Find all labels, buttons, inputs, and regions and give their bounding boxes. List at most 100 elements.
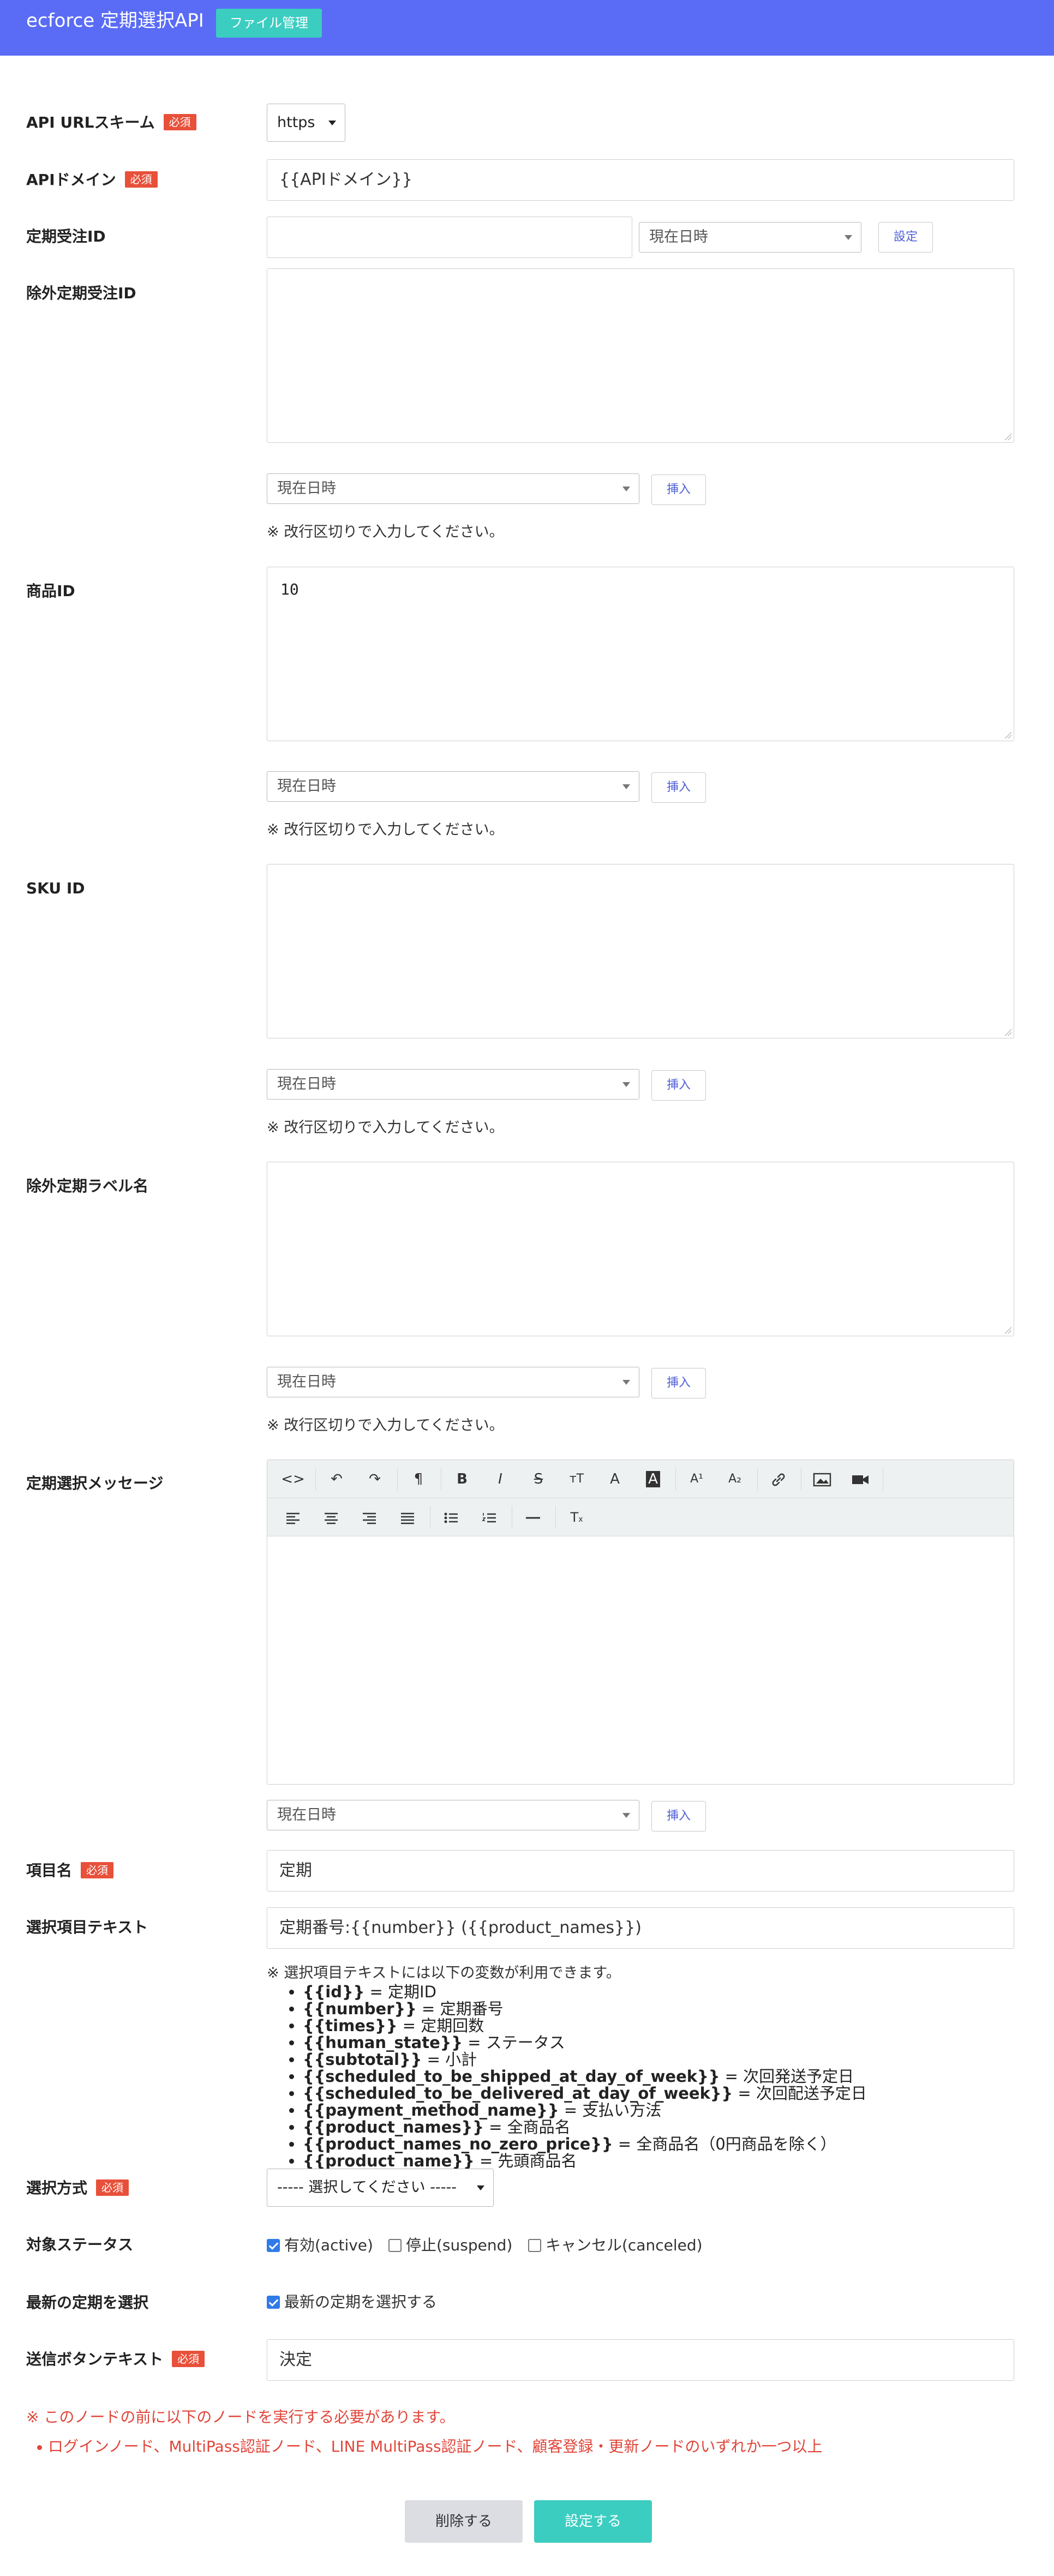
resize-handle[interactable] — [1003, 1325, 1011, 1334]
chevron-down-icon — [845, 235, 852, 240]
chevron-down-icon — [622, 1082, 630, 1087]
variable-description: = 小計 — [422, 2050, 477, 2069]
excluded-subscription-id-textarea[interactable] — [267, 268, 1014, 443]
required-badge: 必須 — [172, 2351, 205, 2367]
bullet-list-icon[interactable] — [432, 1498, 470, 1536]
save-button[interactable]: 設定する — [534, 2500, 652, 2543]
latest-checkbox[interactable]: 最新の定期を選択する — [267, 2292, 437, 2312]
excluded-label-var-select[interactable]: 現在日時 — [267, 1367, 639, 1397]
numbered-list-icon[interactable] — [470, 1498, 508, 1536]
superscript-icon[interactable]: A¹ — [678, 1460, 716, 1498]
variable-description: = 次回配送予定日 — [733, 2084, 867, 2103]
horizontal-rule-icon[interactable] — [514, 1498, 552, 1536]
status-canceled-checkbox[interactable]: キャンセル(canceled) — [528, 2236, 703, 2255]
variable-description: = 定期ID — [364, 1983, 436, 2001]
subscription-id-var-select[interactable]: 現在日時 — [639, 222, 861, 253]
sku-id-insert-button[interactable]: 挿入 — [651, 1070, 706, 1101]
item-name-input[interactable]: 定期 — [267, 1850, 1014, 1892]
variable-item: {{scheduled_to_be_delivered_at_day_of_we… — [303, 2085, 867, 2102]
delete-button[interactable]: 削除する — [405, 2500, 523, 2543]
clear-format-icon[interactable]: Tx — [558, 1498, 596, 1536]
chevron-down-icon — [477, 2185, 484, 2190]
paragraph-icon[interactable]: ¶ — [399, 1460, 438, 1498]
editor-content-area[interactable] — [267, 1538, 1014, 1784]
variable-description: = 先頭商品名 — [474, 2152, 577, 2170]
submit-text-input[interactable]: 決定 — [267, 2339, 1014, 2381]
variable-name: {{subtotal}} — [303, 2050, 422, 2069]
resize-handle[interactable] — [1003, 431, 1011, 440]
subscription-id-set-button[interactable]: 設定 — [878, 222, 933, 253]
dependency-error-message: ※ このノードの前に以下のノードを実行する必要があります。 — [26, 2408, 455, 2426]
product-id-textarea[interactable]: 10 — [267, 567, 1014, 741]
required-badge: 必須 — [163, 114, 196, 130]
variable-item: {{number}} = 定期番号 — [303, 2001, 867, 2017]
status-suspend-checkbox[interactable]: 停止(suspend) — [388, 2236, 512, 2255]
resize-handle[interactable] — [1003, 1027, 1011, 1036]
bold-icon[interactable]: B — [443, 1460, 481, 1498]
editor-toolbar-row-1: <> ↶ ↷ ¶ B I S тT A A A¹ A₂ — [267, 1460, 1014, 1498]
justify-icon[interactable] — [388, 1498, 427, 1536]
app-title: ecforce 定期選択API — [26, 10, 204, 32]
link-icon[interactable] — [759, 1460, 798, 1498]
undo-icon[interactable]: ↶ — [318, 1460, 356, 1498]
subscription-id-input[interactable] — [267, 217, 632, 258]
video-icon[interactable] — [841, 1460, 879, 1498]
align-right-icon[interactable] — [350, 1498, 388, 1536]
product-id-var-select[interactable]: 現在日時 — [267, 771, 639, 802]
message-label: 定期選択メッセージ — [26, 1474, 164, 1492]
checkbox-unchecked-icon[interactable] — [388, 2239, 402, 2252]
image-icon[interactable] — [803, 1460, 841, 1498]
sku-id-var-select[interactable]: 現在日時 — [267, 1069, 639, 1100]
message-insert-button[interactable]: 挿入 — [651, 1801, 706, 1832]
target-status-label: 対象ステータス — [26, 2236, 134, 2254]
variable-description: = 定期番号 — [416, 1999, 504, 2018]
message-rich-editor: <> ↶ ↷ ¶ B I S тT A A A¹ A₂ Tx — [267, 1460, 1014, 1785]
status-active-checkbox[interactable]: 有効(active) — [267, 2236, 373, 2255]
select-method-select[interactable]: ----- 選択してください ----- — [267, 2169, 494, 2207]
checkbox-checked-icon[interactable] — [267, 2296, 280, 2309]
option-text-input[interactable]: 定期番号:{{number}} ({{product_names}}) — [267, 1907, 1014, 1949]
url-scheme-select[interactable]: https — [267, 104, 345, 142]
variable-item: {{product_names}} = 全商品名 — [303, 2119, 867, 2136]
sku-id-textarea[interactable] — [267, 864, 1014, 1038]
chevron-down-icon — [622, 487, 630, 491]
subscript-icon[interactable]: A₂ — [716, 1460, 754, 1498]
variable-name: {{product_names_no_zero_price}} — [303, 2135, 613, 2153]
excluded-label-label: 除外定期ラベル名 — [26, 1177, 149, 1195]
chevron-down-icon — [328, 121, 336, 125]
align-left-icon[interactable] — [274, 1498, 312, 1536]
strikethrough-icon[interactable]: S — [519, 1460, 558, 1498]
checkbox-checked-icon[interactable] — [267, 2239, 280, 2252]
variable-name: {{id}} — [303, 1983, 365, 2001]
variable-item: {{times}} = 定期回数 — [303, 2017, 867, 2034]
resize-handle[interactable] — [1003, 730, 1011, 738]
font-size-icon[interactable]: тT — [558, 1460, 596, 1498]
italic-icon[interactable]: I — [481, 1460, 519, 1498]
align-center-icon[interactable] — [312, 1498, 350, 1536]
variable-item: {{payment_method_name}} = 支払い方法 — [303, 2102, 867, 2119]
option-text-label: 選択項目テキスト — [26, 1918, 148, 1936]
excluded-subscription-id-insert-button[interactable]: 挿入 — [651, 475, 706, 505]
sku-id-label: SKU ID — [26, 879, 85, 897]
excluded-label-textarea[interactable] — [267, 1162, 1014, 1336]
chevron-down-icon — [622, 784, 630, 789]
checkbox-unchecked-icon[interactable] — [528, 2239, 541, 2252]
highlight-color-icon[interactable]: A — [634, 1460, 672, 1498]
product-id-insert-button[interactable]: 挿入 — [651, 772, 706, 803]
excluded-label-insert-button[interactable]: 挿入 — [651, 1368, 706, 1398]
excluded-subscription-id-var-select[interactable]: 現在日時 — [267, 473, 639, 504]
code-view-icon[interactable]: <> — [274, 1460, 312, 1498]
product-id-label: 商品ID — [26, 582, 75, 600]
font-color-icon[interactable]: A — [596, 1460, 634, 1498]
file-manager-button[interactable]: ファイル管理 — [216, 9, 322, 38]
option-text-note: ※ 選択項目テキストには以下の変数が利用できます。 — [267, 1965, 621, 1981]
variable-item: {{product_names_no_zero_price}} = 全商品名（0… — [303, 2136, 867, 2153]
variable-description: = 次回発送予定日 — [720, 2067, 854, 2086]
variable-name: {{times}} — [303, 2016, 398, 2035]
variable-item: {{human_state}} = ステータス — [303, 2034, 867, 2051]
excluded-subscription-id-note: ※ 改行区切りで入力してください。 — [267, 524, 504, 541]
redo-icon[interactable]: ↷ — [356, 1460, 394, 1498]
api-domain-input[interactable]: {{APIドメイン}} — [267, 159, 1014, 201]
chevron-down-icon — [622, 1813, 630, 1818]
message-var-select[interactable]: 現在日時 — [267, 1800, 639, 1830]
